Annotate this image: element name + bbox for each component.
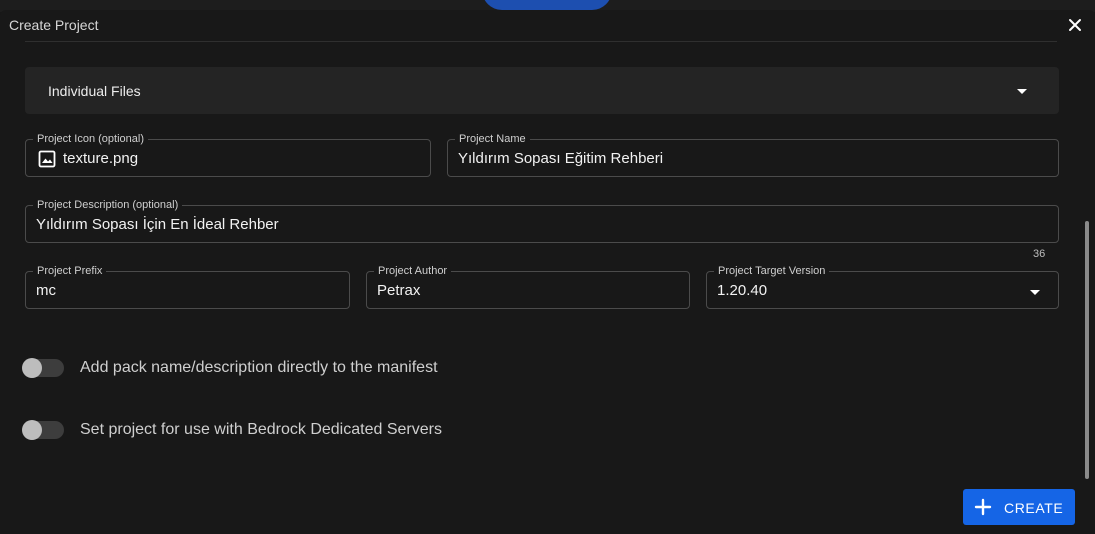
background-logo [482,0,612,10]
project-description-value: Yıldırım Sopası İçin En İdeal Rehber [36,216,279,233]
project-icon-field[interactable]: Project Icon (optional) texture.png [25,132,431,177]
project-author-value: Petrax [377,282,421,299]
caret-down-icon [1017,89,1027,94]
individual-files-accordion[interactable]: Individual Files [25,67,1059,114]
project-description-label: Project Description (optional) [33,198,183,212]
toggle-thumb [22,358,42,378]
image-icon [38,150,56,168]
project-description-field[interactable]: Project Description (optional) Yıldırım … [25,198,1059,243]
header-divider [25,41,1057,42]
project-target-version-value: 1.20.40 [717,282,768,299]
project-target-version-label: Project Target Version [714,264,830,278]
manifest-toggle[interactable]: Add pack name/description directly to th… [22,356,452,380]
description-character-counter: 36 [1033,248,1046,260]
project-target-version-select[interactable]: Project Target Version 1.20.40 [706,264,1059,309]
project-name-field[interactable]: Project Name Yıldırım Sopası Eğitim Rehb… [447,132,1059,177]
project-icon-label: Project Icon (optional) [33,132,148,146]
project-prefix-field[interactable]: Project Prefix mc [25,264,350,309]
bedrock-server-toggle[interactable]: Set project for use with Bedrock Dedicat… [22,418,452,442]
bedrock-server-toggle-label: Set project for use with Bedrock Dedicat… [80,421,442,438]
create-button-label: CREATE [1004,500,1064,516]
caret-down-icon [1030,290,1040,295]
project-author-label: Project Author [374,264,452,278]
accordion-label: Individual Files [48,83,141,99]
toggle-thumb [22,420,42,440]
close-icon[interactable] [1066,16,1084,34]
plus-icon [974,498,992,516]
manifest-toggle-label: Add pack name/description directly to th… [80,359,438,376]
create-button[interactable]: CREATE [963,489,1075,525]
project-name-value: Yıldırım Sopası Eğitim Rehberi [458,150,664,167]
dialog-title: Create Project [9,17,99,33]
project-author-field[interactable]: Project Author Petrax [366,264,690,309]
project-prefix-value: mc [36,282,56,299]
project-prefix-label: Project Prefix [33,264,107,278]
create-project-dialog: Create Project Individual Files Project … [0,10,1095,534]
project-icon-value: texture.png [63,150,139,167]
project-name-label: Project Name [455,132,530,146]
vertical-scrollbar[interactable] [1085,221,1089,479]
